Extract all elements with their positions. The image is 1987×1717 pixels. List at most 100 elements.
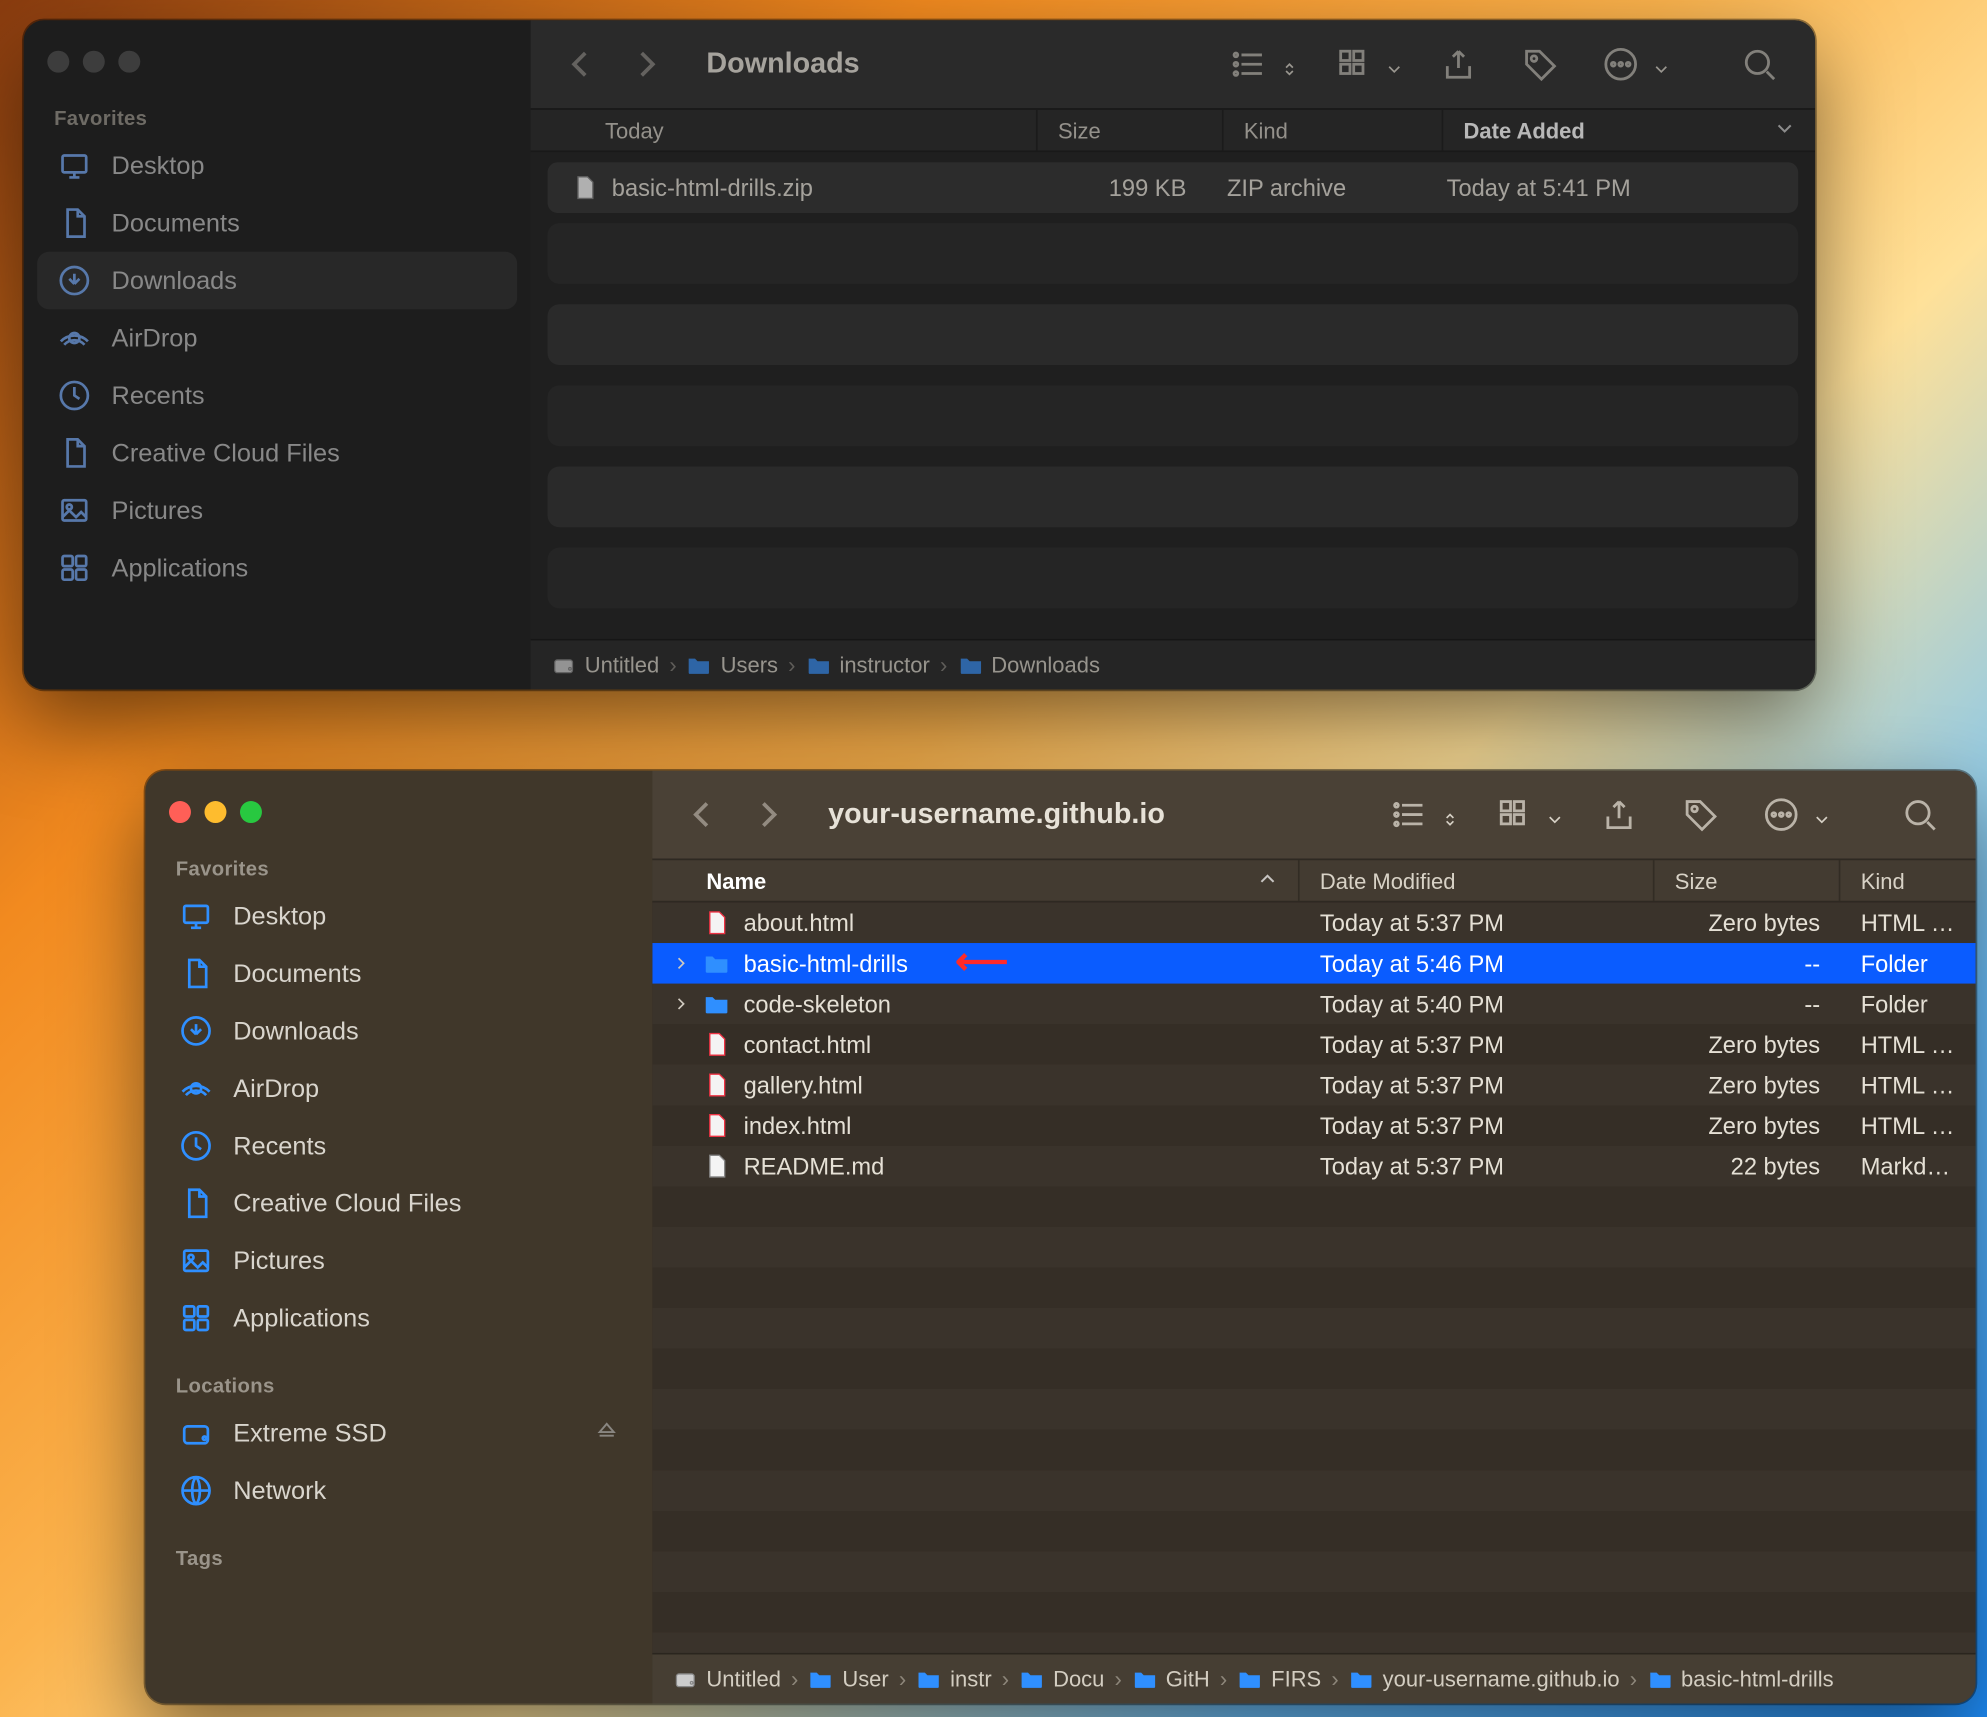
sidebar-item-desktop[interactable]: Desktop [159, 887, 639, 944]
sidebar-item-recents[interactable]: Recents [159, 1117, 639, 1174]
file-list[interactable]: basic-html-drills.zip 199 KB ZIP archive… [531, 152, 1815, 639]
file-row[interactable]: basic-html-drills.zip 199 KB ZIP archive… [548, 162, 1799, 213]
path-crumb[interactable]: GitH [1132, 1666, 1210, 1691]
sidebar-item-downloads[interactable]: Downloads [159, 1002, 639, 1059]
path-crumb[interactable]: Users [687, 652, 778, 677]
empty-row [548, 304, 1799, 365]
path-crumb[interactable]: FIRS [1237, 1666, 1321, 1691]
sidebar-item-extreme ssd[interactable]: Extreme SSD [159, 1404, 639, 1461]
sidebar-item-creative cloud files[interactable]: Creative Cloud Files [37, 424, 517, 481]
col-kind[interactable]: Kind [1840, 860, 1975, 901]
file-row[interactable]: index.html Today at 5:37 PM Zero bytes H… [652, 1105, 1975, 1146]
tags-label: Tags [159, 1536, 639, 1577]
path-bar[interactable]: Untitled › Users › instructor › Download… [531, 639, 1815, 690]
path-crumb[interactable]: Untitled [551, 652, 659, 677]
view-list-button[interactable] [1224, 42, 1298, 86]
sidebar-item-applications[interactable]: Applications [159, 1289, 639, 1346]
view-list-button[interactable] [1384, 793, 1458, 837]
path-label: User [842, 1666, 888, 1691]
folder-icon [806, 652, 831, 677]
tags-button[interactable] [1675, 793, 1726, 837]
column-headers: Today Size Kind Date Added [531, 108, 1815, 152]
sidebar: Favorites DesktopDocumentsDownloadsAirDr… [145, 771, 652, 1704]
disclosure-triangle[interactable] [673, 955, 690, 972]
path-crumb[interactable]: instructor [806, 652, 930, 677]
path-label: FIRS [1271, 1666, 1321, 1691]
sidebar-item-label: Pictures [233, 1246, 325, 1275]
view-grid-button[interactable] [1489, 793, 1563, 837]
file-row[interactable]: code-skeleton Today at 5:40 PM -- Folder [652, 984, 1975, 1025]
actions-button[interactable] [1595, 42, 1669, 86]
share-button[interactable] [1433, 42, 1484, 86]
file-name: about.html [744, 909, 854, 936]
col-size[interactable]: Size [1038, 110, 1224, 151]
forward-button[interactable] [750, 796, 787, 833]
path-crumb[interactable]: Untitled [673, 1666, 781, 1691]
sidebar-item-pictures[interactable]: Pictures [37, 482, 517, 539]
download-icon [179, 1014, 213, 1048]
search-button[interactable] [1734, 42, 1785, 86]
sidebar-item-airdrop[interactable]: AirDrop [159, 1060, 639, 1117]
sidebar: Favorites DesktopDocumentsDownloadsAirDr… [24, 20, 531, 689]
file-row[interactable]: gallery.html Today at 5:37 PM Zero bytes… [652, 1065, 1975, 1106]
col-date-added[interactable]: Date Added [1443, 110, 1815, 151]
sidebar-item-pictures[interactable]: Pictures [159, 1232, 639, 1289]
favorites-label: Favorites [159, 847, 639, 888]
minimize-button[interactable] [83, 51, 105, 73]
path-crumb[interactable]: basic-html-drills [1647, 1666, 1833, 1691]
file-name: README.md [744, 1153, 885, 1180]
zoom-button[interactable] [240, 801, 262, 823]
window-controls [37, 37, 517, 96]
col-size[interactable]: Size [1655, 860, 1841, 901]
image-icon [179, 1244, 213, 1278]
view-grid-button[interactable] [1328, 42, 1402, 86]
file-kind: HTML tex [1840, 1112, 1975, 1139]
forward-button[interactable] [629, 46, 666, 83]
sidebar-item-documents[interactable]: Documents [37, 194, 517, 251]
file-row[interactable]: about.html Today at 5:37 PM Zero bytes H… [652, 902, 1975, 943]
col-kind[interactable]: Kind [1224, 110, 1444, 151]
actions-button[interactable] [1756, 793, 1830, 837]
col-date-modified[interactable]: Date Modified [1300, 860, 1655, 901]
path-crumb[interactable]: User [809, 1666, 889, 1691]
image-icon [57, 493, 91, 527]
toolbar: your-username.github.io [652, 771, 1975, 859]
path-label: instr [950, 1666, 992, 1691]
close-button[interactable] [47, 51, 69, 73]
close-button[interactable] [169, 801, 191, 823]
sidebar-item-applications[interactable]: Applications [37, 539, 517, 596]
file-row[interactable]: contact.html Today at 5:37 PM Zero bytes… [652, 1024, 1975, 1065]
back-button[interactable] [561, 46, 598, 83]
zoom-button[interactable] [118, 51, 140, 73]
sidebar-item-label: Network [233, 1476, 326, 1505]
col-name[interactable]: Today [531, 110, 1038, 151]
path-crumb[interactable]: instr [916, 1666, 991, 1691]
tags-button[interactable] [1514, 42, 1565, 86]
search-button[interactable] [1894, 793, 1945, 837]
sidebar-item-desktop[interactable]: Desktop [37, 137, 517, 194]
file-list[interactable]: about.html Today at 5:37 PM Zero bytes H… [652, 902, 1975, 1652]
col-name[interactable]: Name [652, 860, 1299, 901]
path-crumb[interactable]: Downloads [957, 652, 1100, 677]
file-row[interactable]: README.md Today at 5:37 PM 22 bytes Mark… [652, 1146, 1975, 1187]
file-size: -- [1655, 950, 1841, 977]
sidebar-item-recents[interactable]: Recents [37, 367, 517, 424]
file-row[interactable]: basic-html-drills ⟵ Today at 5:46 PM -- … [652, 943, 1975, 984]
minimize-button[interactable] [204, 801, 226, 823]
sidebar-item-label: Applications [112, 553, 249, 582]
md-file-icon [703, 1153, 730, 1180]
sidebar-item-airdrop[interactable]: AirDrop [37, 309, 517, 366]
path-bar[interactable]: Untitled › User › instr › Docu › GitH › … [652, 1653, 1975, 1704]
eject-icon[interactable] [595, 1418, 619, 1448]
sidebar-item-creative cloud files[interactable]: Creative Cloud Files [159, 1175, 639, 1232]
share-button[interactable] [1594, 793, 1645, 837]
sidebar-item-documents[interactable]: Documents [159, 945, 639, 1002]
back-button[interactable] [683, 796, 720, 833]
sidebar-item-downloads[interactable]: Downloads [37, 252, 517, 309]
favorites-label: Favorites [37, 96, 517, 137]
path-crumb[interactable]: your-username.github.io [1349, 1666, 1620, 1691]
disclosure-triangle[interactable] [673, 995, 690, 1012]
sidebar-item-network[interactable]: Network [159, 1462, 639, 1519]
path-crumb[interactable]: Docu [1019, 1666, 1104, 1691]
chevron-right-icon: › [1002, 1666, 1009, 1691]
